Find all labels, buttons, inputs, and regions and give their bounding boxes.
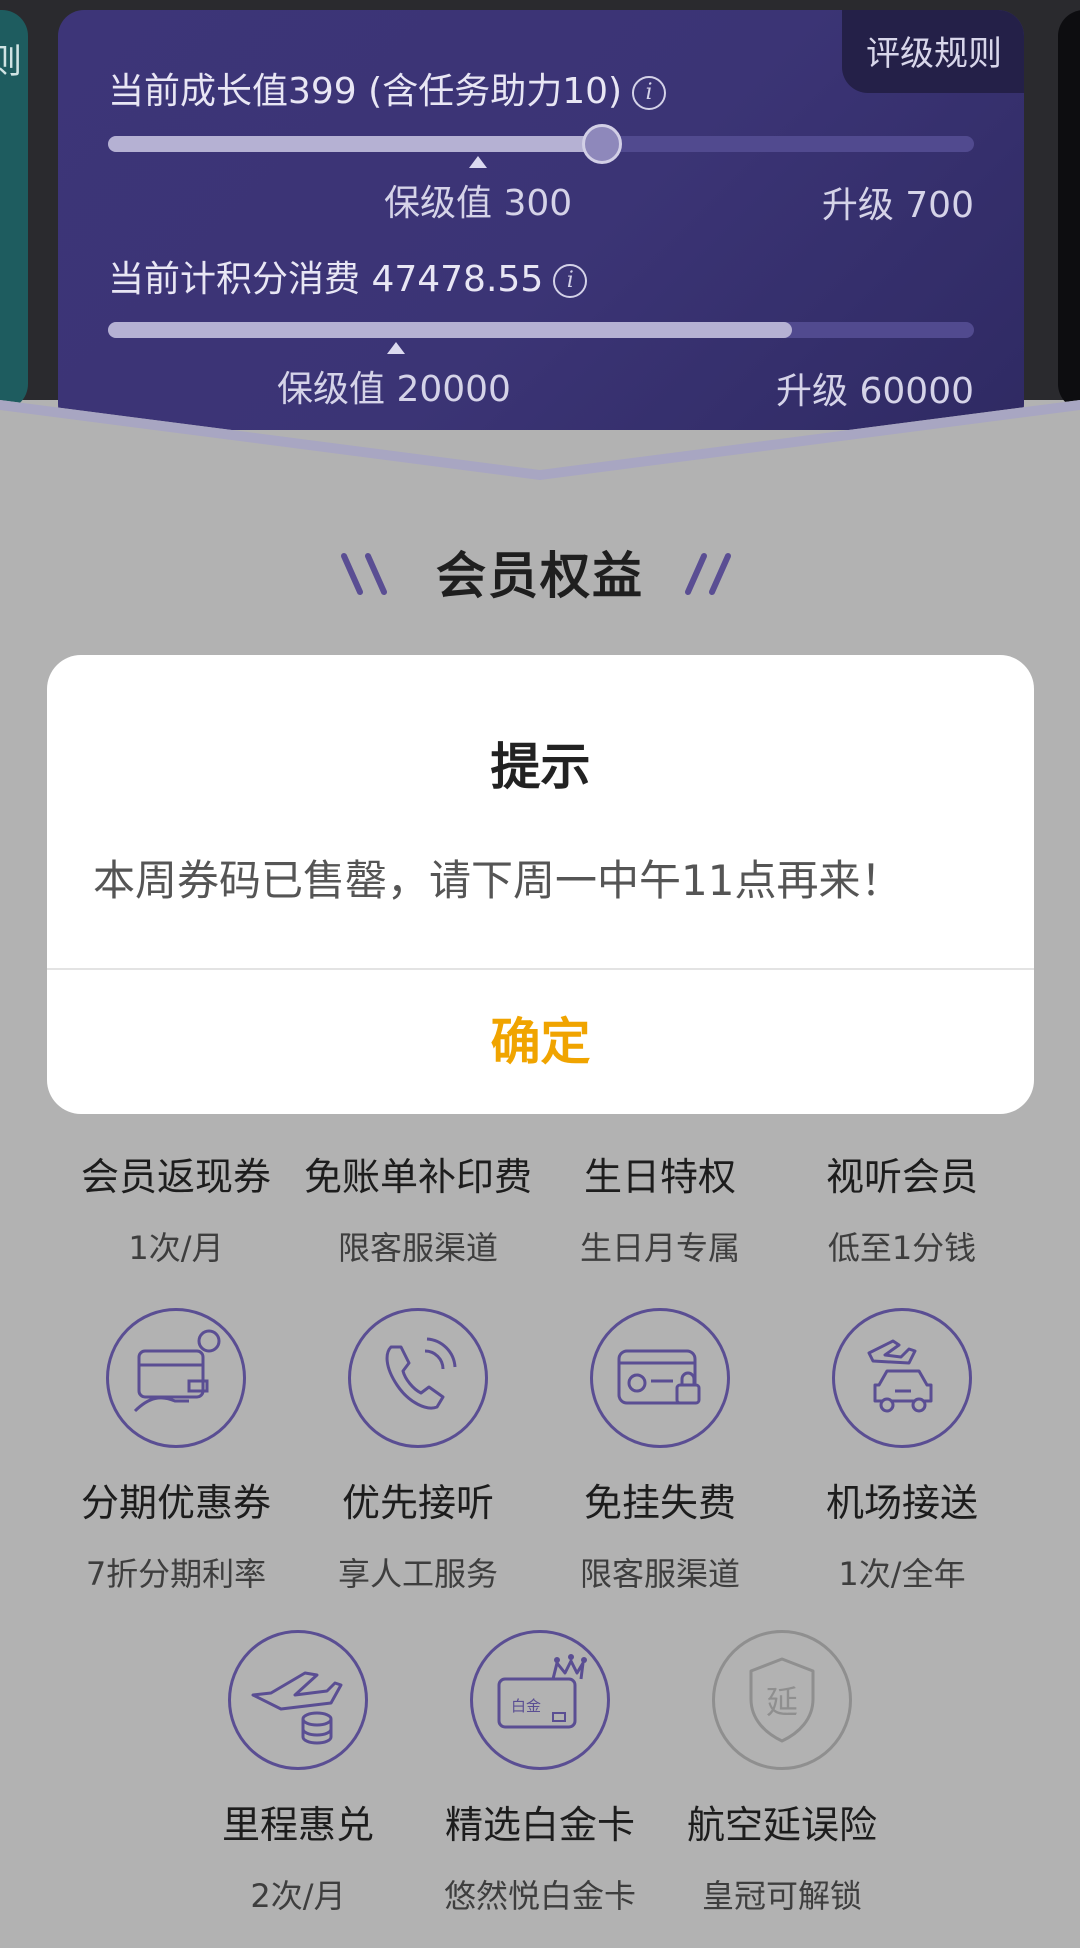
benefit-airport-transfer[interactable]: 机场接送 1次/全年 <box>782 1308 1022 1595</box>
delay-shield-icon-text: 延 <box>766 1683 798 1721</box>
spend-keep-marker <box>387 342 405 354</box>
benefit-subtitle: 皇冠可解锁 <box>701 1877 862 1915</box>
benefits-title: 会员权益 <box>436 547 644 605</box>
info-icon[interactable]: i <box>553 264 588 298</box>
benefit-name: 优先接听 <box>341 1481 494 1525</box>
benefit-name: 会员返现券 <box>80 1155 271 1199</box>
benefit-subtitle: 1次/全年 <box>838 1555 966 1593</box>
benefit-video-membership[interactable]: 视听会员 低至1分钱 <box>782 1146 1022 1269</box>
benefit-name: 免账单补印费 <box>303 1155 532 1199</box>
benefit-subtitle: 悠然悦白金卡 <box>443 1877 636 1915</box>
confirm-button[interactable]: 确定 <box>47 970 1034 1114</box>
benefit-subtitle: 享人工服务 <box>337 1555 498 1593</box>
alert-dialog: 提示 本周券码已售罄，请下周一中午11点再来！ 确定 <box>47 655 1034 1114</box>
spend-progress-bar <box>108 322 974 338</box>
previous-card-peek[interactable]: 则 <box>0 10 28 410</box>
benefit-name: 航空延误险 <box>686 1803 877 1847</box>
phone-icon <box>348 1308 488 1448</box>
benefit-mileage-redeem[interactable]: 里程惠兑 2次/月 <box>178 1630 418 1917</box>
benefit-name: 里程惠兑 <box>221 1803 374 1847</box>
spend-label: 当前计积分消费 47478.55 <box>108 259 544 300</box>
benefit-subtitle: 生日月专属 <box>579 1229 740 1267</box>
member-level-card: 评级规则 当前成长值399 (含任务助力10) i 保级值 300 升级 700 … <box>58 10 1024 430</box>
benefit-subtitle: 7折分期利率 <box>85 1555 267 1593</box>
benefit-cashback-coupon[interactable]: 会员返现券 1次/月 <box>56 1146 296 1269</box>
airport-car-icon <box>832 1308 972 1448</box>
benefit-name: 分期优惠券 <box>80 1481 271 1525</box>
benefit-installment-coupon[interactable]: 分期优惠券 7折分期利率 <box>56 1308 296 1595</box>
rating-rules-button[interactable]: 评级规则 <box>842 10 1024 93</box>
spend-progress-fill <box>108 322 793 338</box>
benefit-name: 免挂失费 <box>583 1481 736 1525</box>
benefit-birthday[interactable]: 生日特权 生日月专属 <box>540 1146 780 1269</box>
benefit-flight-delay-insurance[interactable]: 延 航空延误险 皇冠可解锁 <box>662 1630 902 1917</box>
benefit-subtitle: 1次/月 <box>128 1229 224 1267</box>
card-lock-icon <box>590 1308 730 1448</box>
dialog-message: 本周券码已售罄，请下周一中午11点再来！ <box>93 856 903 905</box>
benefit-priority-answer[interactable]: 优先接听 享人工服务 <box>298 1308 538 1595</box>
installment-card-icon <box>106 1308 246 1448</box>
benefit-name: 视听会员 <box>825 1155 978 1199</box>
chevron-divider <box>0 400 1080 480</box>
benefit-name: 机场接送 <box>825 1481 978 1525</box>
next-card-peek[interactable] <box>1058 10 1080 410</box>
growth-value-row: 当前成长值399 (含任务助力10) i <box>108 62 667 114</box>
previous-card-text: 则 <box>0 42 22 82</box>
growth-progress-fill <box>108 136 602 152</box>
title-decoration-right-icon <box>685 553 731 595</box>
growth-progress-bar <box>108 124 974 164</box>
info-icon[interactable]: i <box>632 76 667 110</box>
benefit-no-loss-report-fee[interactable]: 免挂失费 限客服渠道 <box>540 1308 780 1595</box>
platinum-card-icon: 白金 <box>470 1630 610 1770</box>
benefit-platinum-card[interactable]: 白金 精选白金卡 悠然悦白金卡 <box>420 1630 660 1917</box>
benefit-subtitle: 低至1分钱 <box>827 1229 977 1267</box>
benefit-subtitle: 限客服渠道 <box>337 1229 498 1267</box>
growth-upgrade-label: 升级 700 <box>821 185 974 226</box>
plane-coins-icon <box>228 1630 368 1770</box>
benefit-name: 生日特权 <box>583 1155 736 1199</box>
benefit-name: 精选白金卡 <box>444 1803 635 1847</box>
benefit-subtitle: 限客服渠道 <box>579 1555 740 1593</box>
platinum-card-icon-text: 白金 <box>511 1697 541 1715</box>
spend-row: 当前计积分消费 47478.55 i <box>108 250 588 302</box>
dialog-title: 提示 <box>490 738 591 796</box>
benefit-subtitle: 2次/月 <box>250 1877 346 1915</box>
growth-value-label: 当前成长值399 (含任务助力10) <box>108 71 623 112</box>
growth-progress-knob <box>581 124 622 164</box>
delay-shield-icon: 延 <box>712 1630 852 1770</box>
growth-keep-marker <box>469 156 487 168</box>
growth-keep-label: 保级值 300 <box>384 183 573 224</box>
benefit-statement-reprint[interactable]: 免账单补印费 限客服渠道 <box>298 1146 538 1269</box>
benefits-title-row: 会员权益 <box>0 536 1080 608</box>
